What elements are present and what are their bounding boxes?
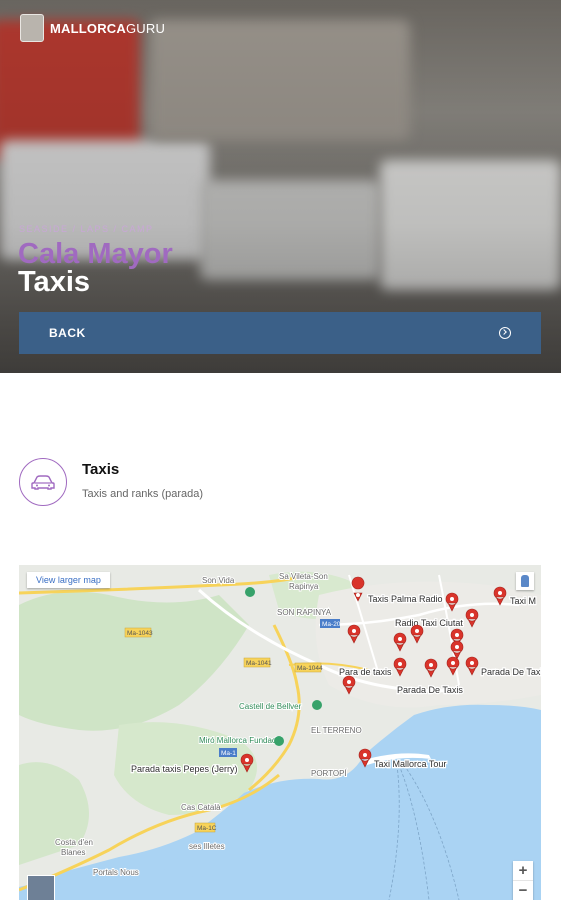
map-canvas[interactable]: Ma-1043 Ma-1041 Ma-1044 Ma-20 Ma-1 Ma-1C… (19, 565, 541, 900)
zoom-out-button[interactable]: − (513, 881, 533, 900)
pin-label: Taxi M (510, 596, 536, 606)
page-title: Taxis (18, 266, 91, 298)
road-label-ma1c: Ma-1C (197, 825, 217, 832)
road-shield: Ma-1C (194, 822, 217, 833)
place-label: Son Vida (202, 576, 235, 585)
road-label-ma1041: Ma-1041 (246, 660, 272, 667)
car-icon (19, 458, 67, 506)
place-label: ses Illetes (189, 842, 225, 851)
pin-label: Parada De Taxis (397, 685, 463, 695)
road-label-ma1: Ma-1 (221, 750, 236, 757)
view-larger-map-link[interactable]: View larger map (27, 572, 110, 588)
park-poi-icon[interactable] (312, 700, 322, 710)
breadcrumb: SEASIDE / LAPS / CAMP (19, 224, 154, 234)
satellite-toggle-thumbnail[interactable] (27, 875, 55, 900)
back-button-label: BACK (49, 326, 86, 340)
place-label: EL TERRENO (311, 726, 362, 735)
taxi-map[interactable]: Ma-1043 Ma-1041 Ma-1044 Ma-20 Ma-1 Ma-1C… (19, 565, 541, 900)
place-label: Miró Mallorca Fundació (199, 736, 283, 745)
hero-banner: MALLORCAGURU SEASIDE / LAPS / CAMP Cala … (0, 0, 561, 373)
pin-label: Para de taxis (339, 667, 392, 677)
street-view-pegman-icon[interactable] (516, 572, 534, 590)
mallorcaguru-logo-icon (20, 14, 44, 42)
road-shield: Ma-20 (320, 619, 341, 628)
place-label: Rapinya (289, 582, 319, 591)
place-label: Portals Nous (93, 868, 139, 877)
brand-logo-link[interactable]: MALLORCAGURU (20, 14, 165, 42)
road-shield: Ma-1041 (243, 657, 272, 668)
road-label-ma1043: Ma-1043 (127, 630, 153, 637)
museum-poi-icon[interactable] (274, 736, 284, 746)
section-title: Taxis (82, 461, 120, 478)
place-label: Sa Vileta-Son (279, 572, 328, 581)
brand-name: MALLORCAGURU (50, 20, 166, 36)
pin-label: Taxi Mallorca Tour (374, 759, 446, 769)
pin-label: Parada De Taxi (481, 667, 541, 677)
road-shield: Ma-1043 (124, 627, 153, 638)
place-label: Castell de Bellver (239, 702, 302, 711)
chevron-right-circle-icon (499, 327, 511, 339)
park-poi-icon[interactable] (245, 587, 255, 597)
road-shield: Ma-1044 (294, 662, 323, 673)
zoom-control: + − (513, 861, 533, 900)
place-label: PORTOPÍ (311, 769, 347, 778)
road-label-ma1044: Ma-1044 (297, 665, 323, 672)
back-button[interactable]: BACK (19, 312, 541, 354)
road-label-ma20: Ma-20 (322, 621, 341, 628)
place-label: SON RAPINYA (277, 608, 332, 617)
zoom-in-button[interactable]: + (513, 861, 533, 881)
place-label: Cas Català (181, 803, 221, 812)
place-label: Blanes (61, 848, 85, 857)
section-subtitle: Taxis and ranks (parada) (82, 488, 204, 500)
pin-label: Taxis Palma Radio (368, 594, 443, 604)
place-label: Costa d'en (55, 838, 93, 847)
pin-label: Parada taxis Pepes (Jerry) (131, 764, 238, 774)
road-shield: Ma-1 (219, 748, 237, 757)
pin-label: Radio Taxi Ciutat (395, 618, 463, 628)
